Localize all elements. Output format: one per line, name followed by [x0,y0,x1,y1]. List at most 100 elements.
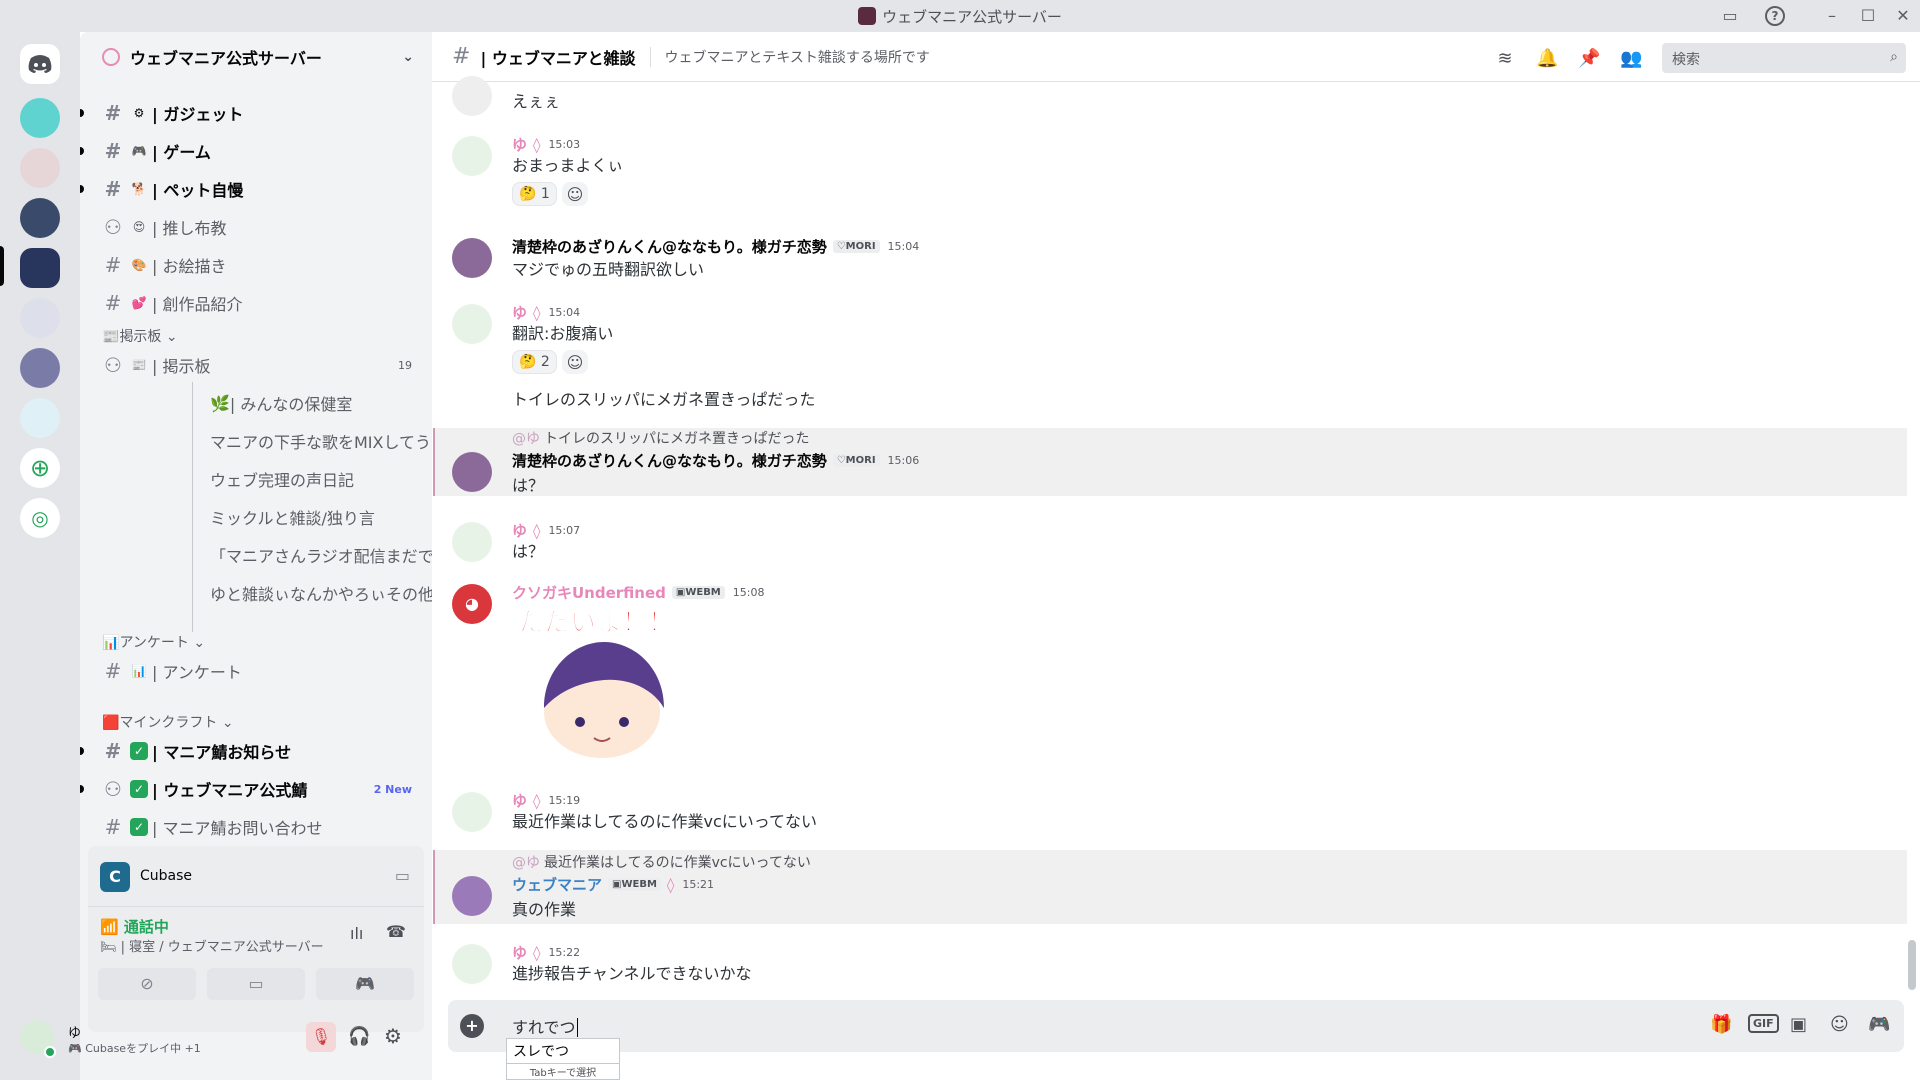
online-status-icon [44,1046,56,1058]
check-icon: ✓ [130,742,148,760]
pin-icon[interactable]: 📌 [1578,48,1600,70]
avatar[interactable] [452,238,492,278]
minimize-button[interactable]: – [1822,6,1842,26]
screen-share-icon[interactable]: ▭ [395,866,410,885]
window-title: ウェブマニア公式サーバー [882,8,1062,26]
mute-mic-icon[interactable]: 🎙 [306,1022,336,1052]
channel-item[interactable]: # ✓ | マニア鯖お知らせ [80,734,424,768]
avatar[interactable] [452,76,492,116]
threads-icon[interactable]: ≋ [1494,48,1516,70]
channel-item[interactable]: # 🎮 | ゲーム [80,134,424,168]
cubase-app-icon: C [100,862,130,892]
search-icon: ⌕ [1890,49,1898,65]
sticker[interactable]: ただいま！！ [517,602,674,639]
gif-icon[interactable]: GIF [1748,1014,1779,1033]
server-icon [858,7,877,25]
check-icon: ✓ [130,818,148,836]
role-icon: ◊ [533,303,541,322]
message-composer: + すれでつ 🎁 GIF ▣ ☺ 🎮 [448,1000,1904,1052]
member-list-icon[interactable]: 👥 [1620,48,1642,70]
server-avatar[interactable] [20,348,60,388]
reaction-thinking[interactable]: 🤔 2 [512,350,557,374]
category-header[interactable]: 📊アンケート ⌄ [102,632,205,652]
video-off-button[interactable]: ⊘ [98,968,196,1000]
sticker-character-image [532,638,672,768]
close-button[interactable]: ✕ [1893,6,1913,26]
avatar[interactable] [452,944,492,984]
maximize-button[interactable]: ☐ [1858,6,1878,26]
explore-icon[interactable]: ◎ [20,498,60,538]
voice-location[interactable]: 🛏 | 寝室 / ウェブマニア公式サーバー [100,936,324,955]
server-header[interactable]: ウェブマニア公式サーバー ⌄ [80,32,432,82]
channel-item[interactable]: # 🎨 | お絵描き [88,248,424,282]
category-header[interactable]: 🟥マインクラフト ⌄ [102,712,234,732]
reply-preview[interactable]: @ゆ トイレのスリッパにメガネ置きっぱだった [512,428,809,448]
avatar[interactable] [452,136,492,176]
scrollbar[interactable] [1908,940,1916,990]
discord-home-icon[interactable] [20,44,60,84]
server-avatar-active[interactable] [20,248,60,288]
forum-icon: ⚇ [104,353,122,377]
help-icon[interactable]: ? [1765,6,1785,26]
chevron-down-icon: ⌄ [402,49,414,65]
channel-item[interactable]: # 💕 | 創作品紹介 [88,286,424,320]
message-input[interactable]: すれでつ [512,1014,578,1038]
avatar[interactable] [452,452,492,492]
hash-icon: # [104,177,122,201]
server-avatar[interactable] [20,398,60,438]
noise-suppression-icon[interactable]: ılı [350,924,363,943]
role-icon: ◊ [533,943,541,962]
sticker-icon[interactable]: ▣ [1790,1014,1807,1035]
hash-icon: # [452,44,471,69]
role-icon: ◊ [533,521,541,540]
role-icon: ◊ [533,135,541,154]
voice-status: 📶 通話中 [100,918,169,936]
add-server-icon[interactable]: ⊕ [20,448,60,488]
title-bar: ウェブマニア公式サーバー ▭ ? – ☐ ✕ [0,0,1920,32]
forum-icon: ⚇ [104,777,122,801]
ime-autocomplete: スレでつ Tabキーで選択 [506,1038,620,1080]
headphones-icon[interactable]: 🎧 [348,1026,370,1047]
reply-preview[interactable]: @ゆ 最近作業はしてるのに作業vcにいってない [512,852,811,872]
avatar[interactable] [452,792,492,832]
channel-item[interactable]: ⚇ 😍 | 推し布教 [88,210,424,244]
add-attachment-icon[interactable]: + [460,1014,484,1038]
inbox-icon[interactable]: ▭ [1720,6,1740,26]
channel-item[interactable]: ⚇ 📰 | 掲示板 19 [88,348,424,382]
server-avatar[interactable] [20,298,60,338]
category-header[interactable]: 📰掲示板 ⌄ [102,326,178,346]
server-avatar[interactable] [20,148,60,188]
avatar[interactable] [452,304,492,344]
screen-share-button[interactable]: ▭ [207,968,305,1000]
avatar[interactable] [452,876,492,916]
hash-icon: # [104,739,122,763]
avatar[interactable] [452,522,492,562]
hash-icon: # [104,659,122,683]
server-badge-icon [102,48,120,66]
settings-gear-icon[interactable]: ⚙ [384,1024,402,1048]
search-input[interactable]: 検索 ⌕ [1662,43,1906,73]
channel-item[interactable]: # 🐕 | ペット自慢 [80,172,424,206]
add-reaction-icon[interactable]: ☺ [562,182,588,206]
check-icon: ✓ [130,780,148,798]
notification-bell-icon[interactable]: 🔔 [1536,48,1558,70]
channel-item[interactable]: # ⚙ | ガジェット [80,96,424,130]
activity-voice-panel: C Cubase ▭ 📶 通話中 🛏 | 寝室 / ウェブマニア公式サーバー ı… [88,846,424,1032]
user-bar: ゆ 🎮 Cubaseをプレイ中 +1 🎙 🎧 ⚙ [8,1012,424,1074]
activity-button[interactable]: 🎮 [316,968,414,1000]
guild-tag: ♡ MORI [832,240,880,253]
server-avatar[interactable] [20,98,60,138]
gift-icon[interactable]: 🎁 [1710,1014,1732,1035]
server-avatar[interactable] [20,198,60,238]
disconnect-icon[interactable]: ☎ [386,922,406,941]
autocomplete-option[interactable]: スレでつ [507,1039,619,1063]
reaction-thinking[interactable]: 🤔 1 [512,182,557,206]
channel-item[interactable]: # ✓ | マニア鯖お問い合わせ [88,810,424,844]
hash-icon: # [104,139,122,163]
channel-item[interactable]: ⚇ ✓ | ウェブマニア公式鯖 2 New [80,772,424,806]
channel-item[interactable]: # 📊 | アンケート [88,654,424,688]
avatar[interactable]: ◕ [452,584,492,624]
apps-icon[interactable]: 🎮 [1868,1014,1890,1035]
add-reaction-icon[interactable]: ☺ [562,350,588,374]
emoji-icon[interactable]: ☺ [1830,1014,1849,1035]
